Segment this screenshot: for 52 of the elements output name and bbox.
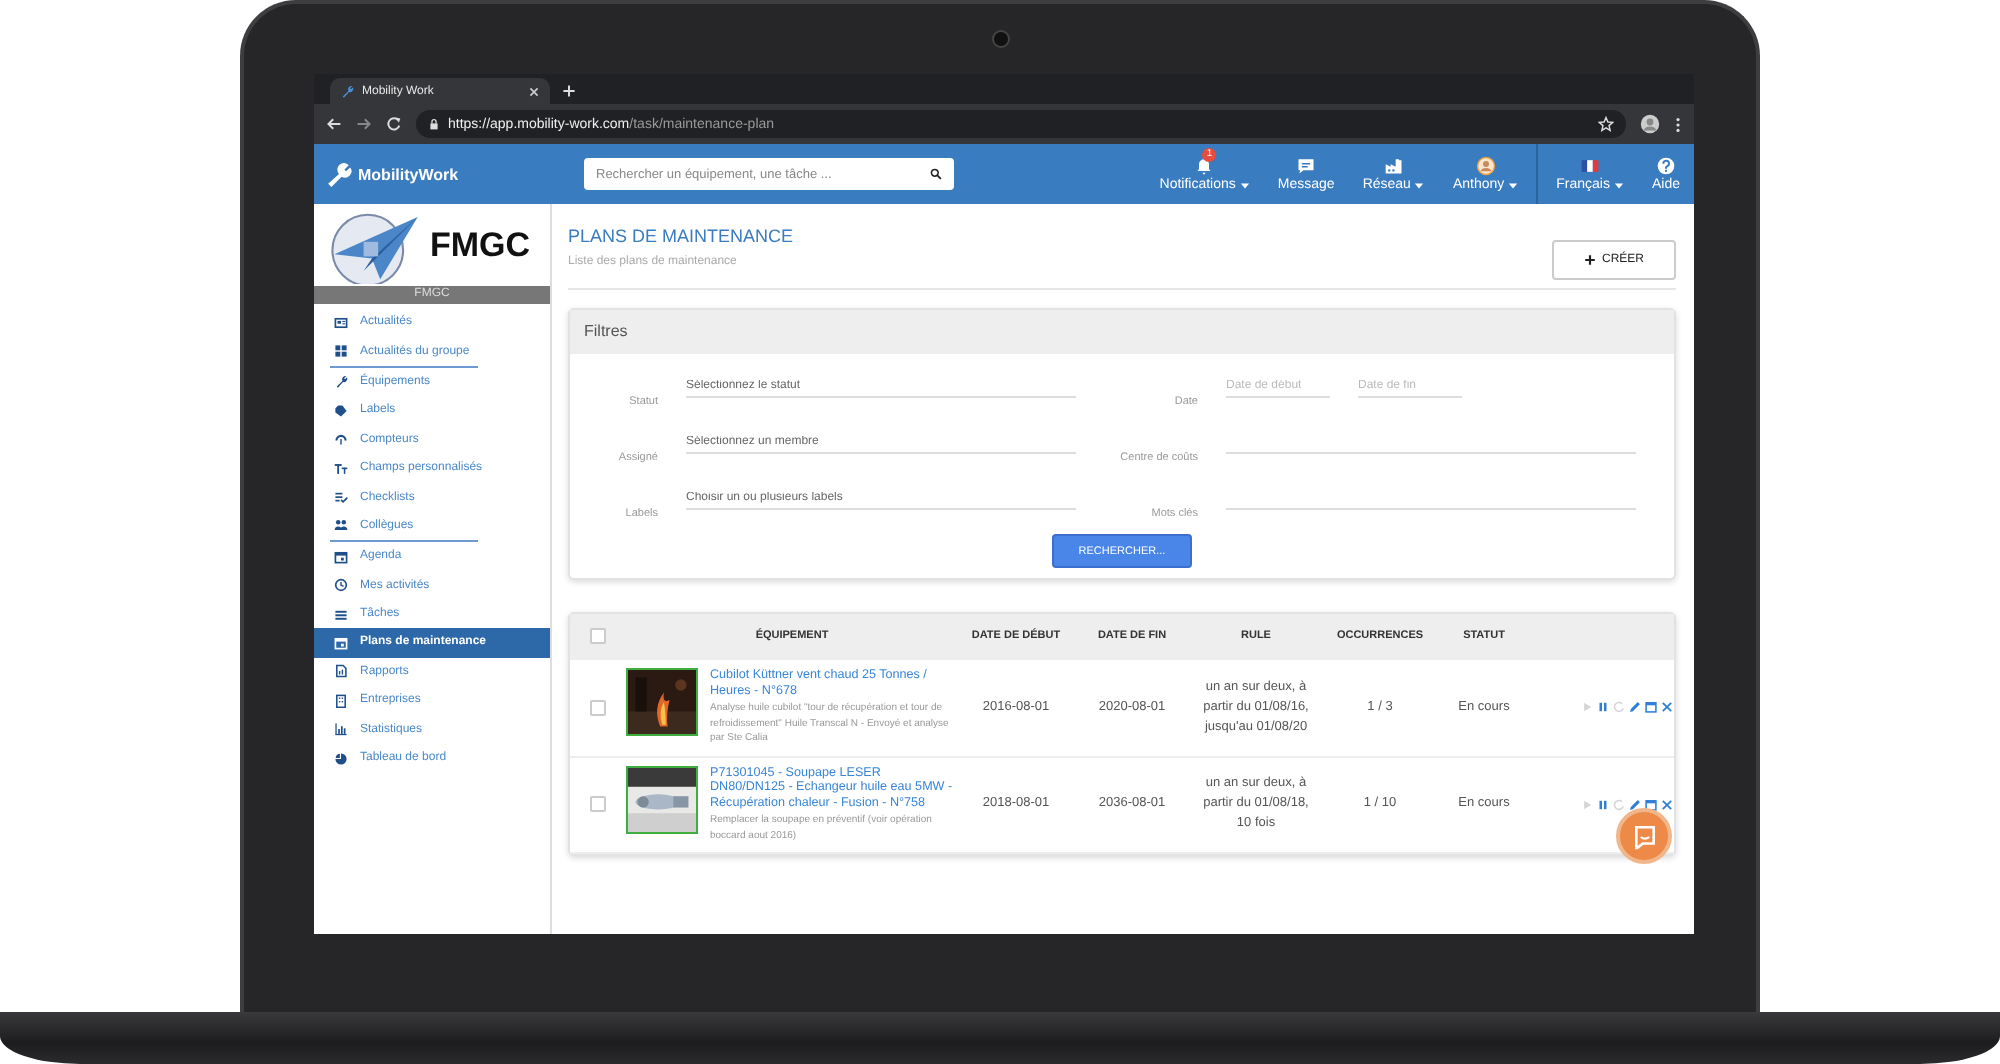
camera-icon (992, 30, 1010, 48)
flag-icon (1580, 156, 1601, 176)
back-arrow-icon[interactable] (326, 116, 342, 132)
plus-icon (1583, 254, 1596, 266)
list-icon (334, 607, 348, 622)
avatar-icon (1475, 156, 1496, 176)
newspaper-icon (334, 315, 348, 330)
wrench-icon (326, 161, 352, 187)
star-icon[interactable] (1598, 116, 1614, 132)
people-icon (334, 518, 348, 533)
wrench-icon (340, 84, 354, 98)
panel-header: Filtres (570, 310, 1674, 354)
reload-icon[interactable] (386, 116, 402, 132)
page-title: PLANS DE MAINTENANCE (568, 226, 794, 246)
plus-icon[interactable] (562, 84, 576, 98)
pencil-icon[interactable] (1628, 700, 1642, 715)
chat-bubble-icon (1631, 823, 1657, 849)
checkbox[interactable] (590, 796, 606, 813)
tag-icon (334, 403, 348, 418)
text-format-icon (334, 461, 348, 476)
menu-icon[interactable] (1674, 115, 1682, 133)
calendar-icon (334, 549, 348, 564)
clock-icon (334, 578, 348, 593)
lock-icon (428, 118, 440, 130)
brand-name[interactable]: MobilityWork (358, 165, 459, 183)
checkbox[interactable] (590, 699, 606, 716)
pencil-icon[interactable] (1628, 797, 1642, 812)
factory-icon (1383, 156, 1404, 176)
search-icon[interactable] (930, 168, 942, 180)
bell-icon (1194, 156, 1215, 176)
building-icon (334, 693, 348, 708)
bar-chart-icon (334, 722, 348, 737)
close-icon[interactable] (528, 85, 540, 97)
chat-icon (1296, 156, 1317, 176)
logo-text: FMGC (430, 225, 531, 265)
pause-icon[interactable] (1596, 797, 1610, 812)
grid-icon (334, 344, 348, 359)
help-icon (1655, 156, 1676, 176)
document-icon (334, 664, 348, 679)
pause-icon[interactable] (1596, 700, 1610, 715)
forward-arrow-icon[interactable] (356, 116, 372, 132)
calendar-icon[interactable] (1644, 797, 1658, 812)
calendar-icon (334, 635, 348, 650)
checklist-icon (334, 490, 348, 505)
profile-icon[interactable] (1640, 114, 1660, 134)
close-icon[interactable] (1660, 700, 1674, 715)
pie-chart-icon (334, 751, 348, 766)
checkbox[interactable] (590, 628, 606, 644)
close-icon[interactable] (1660, 797, 1674, 812)
calendar-icon[interactable] (1644, 700, 1658, 715)
gauge-icon (334, 432, 348, 447)
wrench-icon (334, 374, 348, 389)
